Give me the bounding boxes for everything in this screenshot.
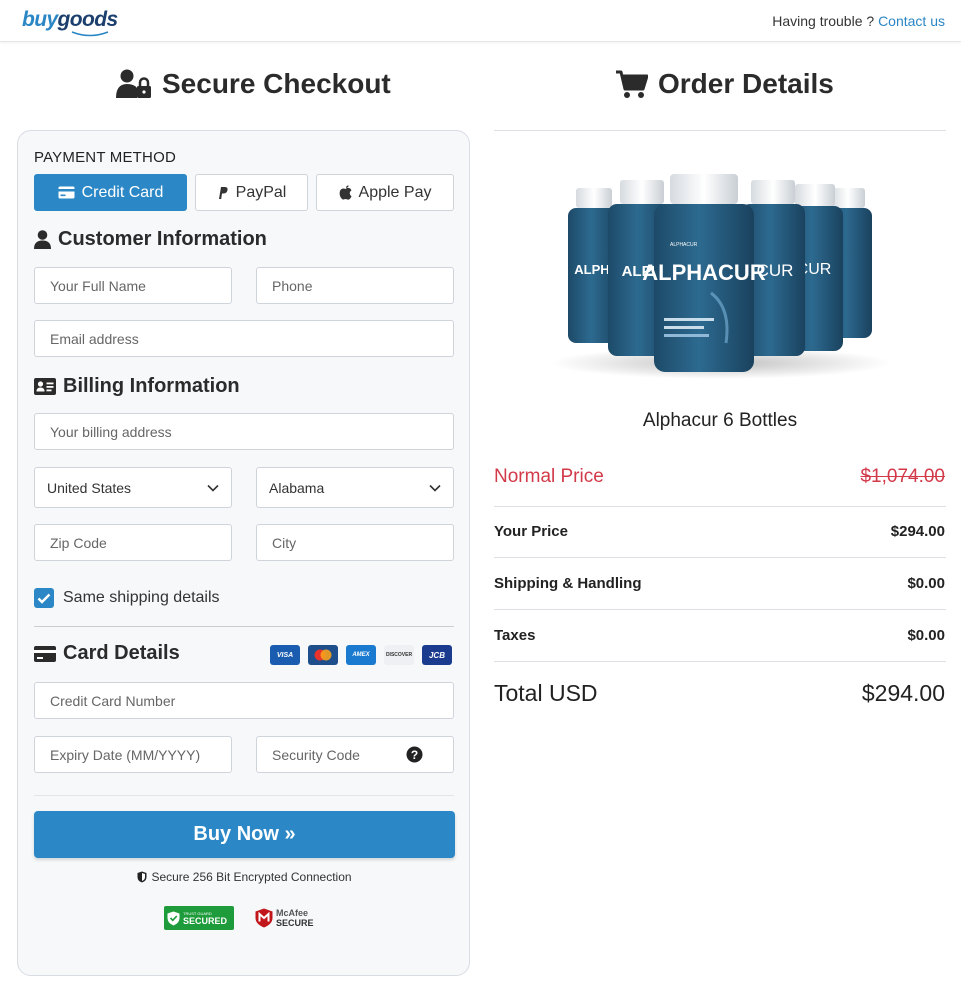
jcb-icon: JCB	[422, 645, 452, 665]
user-lock-icon	[116, 69, 151, 98]
secure-checkout-title: Secure Checkout	[116, 64, 391, 104]
shopping-cart-icon	[616, 70, 648, 98]
shield-check-icon	[167, 911, 180, 925]
visa-icon: VISA	[270, 645, 300, 665]
mastercard-circles	[314, 649, 332, 661]
email-input[interactable]: Email address	[34, 320, 454, 357]
trust-guard-secured-badge: TRUST GUARD SECURED	[164, 906, 234, 930]
chevron-down-icon	[207, 484, 219, 492]
order-details-title: Order Details	[616, 64, 834, 104]
taxes-value: $0.00	[907, 627, 945, 644]
shipping-label: Shipping & Handling	[494, 575, 642, 592]
buy-now-button[interactable]: Buy Now »	[34, 811, 455, 858]
chevron-down-icon	[429, 484, 441, 492]
price-divider	[494, 661, 946, 662]
checkmark-icon	[37, 593, 51, 604]
card-number-input[interactable]: Credit Card Number	[34, 682, 454, 719]
country-select[interactable]: United States	[34, 467, 232, 508]
svg-text:ALPH: ALPH	[574, 262, 609, 277]
zip-code-input[interactable]: Zip Code	[34, 524, 232, 561]
checkout-form-panel: PAYMENT METHOD Credit Card PayPal Apple …	[17, 130, 470, 976]
price-divider	[494, 506, 946, 507]
shipping-value: $0.00	[907, 575, 945, 592]
total-value: $294.00	[861, 680, 945, 706]
billing-information-heading: Billing Information	[34, 375, 240, 398]
billing-address-input[interactable]: Your billing address	[34, 413, 454, 450]
credit-card-tab[interactable]: Credit Card	[34, 174, 187, 211]
same-shipping-label[interactable]: Same shipping details	[63, 589, 220, 607]
top-bar: buygoods Having trouble ? Contact us	[0, 0, 961, 42]
apple-icon	[339, 185, 352, 200]
svg-text:ALPHACUR: ALPHACUR	[642, 260, 766, 285]
state-select[interactable]: Alabama	[256, 467, 454, 508]
card-brand-logos: VISA AMEX DISCOVER JCB	[270, 645, 452, 665]
total-label: Total USD	[494, 680, 598, 706]
credit-card-icon	[58, 186, 75, 199]
customer-information-heading: Customer Information	[34, 228, 267, 251]
credit-card-icon	[34, 645, 56, 662]
apple-pay-tab[interactable]: Apple Pay	[316, 174, 454, 211]
expiry-date-input[interactable]: Expiry Date (MM/YYYY)	[34, 736, 232, 773]
contact-us-link[interactable]: Contact us	[878, 13, 945, 29]
price-divider	[494, 609, 946, 610]
paypal-icon	[218, 186, 228, 199]
secure-connection-note: Secure 256 Bit Encrypted Connection	[18, 870, 471, 884]
same-shipping-checkbox[interactable]	[34, 588, 54, 608]
discover-icon: DISCOVER	[384, 645, 414, 665]
help-text: Having trouble ? Contact us	[772, 13, 945, 29]
svg-text:?: ?	[411, 748, 418, 762]
normal-price-label: Normal Price	[494, 466, 604, 487]
section-divider	[34, 626, 454, 627]
taxes-label: Taxes	[494, 627, 536, 644]
product-name: Alphacur 6 Bottles	[642, 410, 798, 431]
svg-text:ALPHACUR: ALPHACUR	[670, 242, 698, 248]
mastercard-icon	[308, 645, 338, 665]
price-divider	[494, 557, 946, 558]
amex-icon: AMEX	[346, 645, 376, 665]
mcafee-secure-badge: McAfee SECURE	[255, 906, 314, 930]
payment-method-label: PAYMENT METHOD	[34, 149, 176, 166]
paypal-tab[interactable]: PayPal	[195, 174, 308, 211]
address-card-icon	[34, 378, 56, 395]
normal-price-value: $1,074.00	[860, 466, 945, 487]
your-price-label: Your Price	[494, 523, 568, 540]
full-name-input[interactable]: Your Full Name	[34, 267, 232, 304]
shield-icon	[137, 871, 147, 883]
mcafee-shield-icon	[255, 908, 273, 928]
city-input[interactable]: City	[256, 524, 454, 561]
your-price-value: $294.00	[890, 523, 945, 540]
user-icon	[34, 230, 51, 249]
order-top-divider	[494, 130, 946, 131]
security-code-input[interactable]: Security Code	[256, 736, 454, 773]
product-bottles-image: CUR CUR ALPH ALPH ALPHACUR ALPHACUR	[551, 174, 891, 379]
logo-swoosh-icon	[71, 31, 109, 37]
buygoods-logo[interactable]: buygoods	[22, 8, 118, 32]
section-divider	[34, 795, 454, 796]
question-circle-icon[interactable]: ?	[406, 746, 423, 763]
phone-input[interactable]: Phone	[256, 267, 454, 304]
card-details-heading: Card Details	[34, 642, 180, 665]
